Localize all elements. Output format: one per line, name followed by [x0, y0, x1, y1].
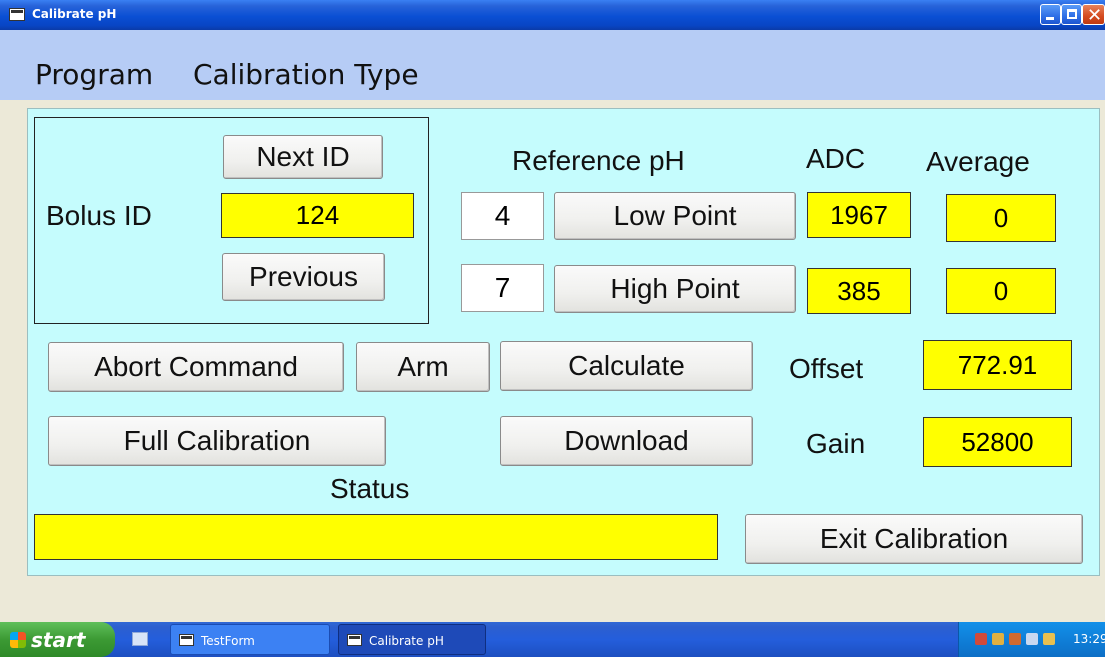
app-window-icon — [9, 8, 25, 21]
network-icon[interactable] — [975, 633, 987, 645]
abort-command-button[interactable]: Abort Command — [48, 342, 344, 392]
low-reference-ph-input[interactable]: 4 — [461, 192, 544, 240]
bolus-id-label: Bolus ID — [46, 200, 152, 231]
system-tray: 13:29 — [958, 622, 1105, 657]
close-button[interactable]: ✕ — [1082, 4, 1105, 26]
gain-field: 52800 — [923, 417, 1072, 467]
windows-logo-icon — [10, 632, 26, 648]
minimize-icon — [1046, 17, 1054, 20]
clock: 13:29 — [1073, 632, 1105, 646]
bolus-id-field[interactable]: 124 — [221, 193, 414, 238]
taskbar-item-calibrate-ph[interactable]: Calibrate pH — [338, 624, 486, 655]
low-point-button[interactable]: Low Point — [554, 192, 796, 240]
offset-label: Offset — [789, 353, 864, 384]
high-average-field: 0 — [946, 268, 1056, 314]
exit-calibration-button[interactable]: Exit Calibration — [745, 514, 1083, 564]
menu-bar: Program Calibration Type — [0, 30, 1105, 100]
calibrate-ph-window: Calibrate pH ✕ Program Calibration Type … — [0, 0, 1105, 622]
reference-ph-header: Reference pH — [512, 145, 685, 176]
adc-header: ADC — [806, 143, 866, 174]
status-field — [34, 514, 718, 560]
high-point-button[interactable]: High Point — [554, 265, 796, 313]
taskbar: start TestForm Calibrate pH 13:29 — [0, 622, 1105, 657]
calculate-button[interactable]: Calculate — [500, 341, 753, 391]
maximize-icon — [1067, 9, 1077, 19]
title-bar[interactable]: Calibrate pH ✕ — [0, 0, 1105, 30]
close-icon: ✕ — [1087, 5, 1103, 26]
menu-calibration-type[interactable]: Calibration Type — [193, 58, 419, 91]
antivirus-icon[interactable] — [1009, 633, 1021, 645]
gain-label: Gain — [806, 428, 866, 459]
high-adc-field: 385 — [807, 268, 911, 314]
start-button[interactable]: start — [0, 622, 115, 657]
status-label: Status — [330, 473, 410, 504]
menu-program[interactable]: Program — [35, 58, 153, 91]
task-label: Calibrate pH — [369, 634, 444, 648]
window-title: Calibrate pH — [32, 7, 117, 21]
window-icon — [347, 634, 362, 646]
window-icon — [179, 634, 194, 646]
full-calibration-button[interactable]: Full Calibration — [48, 416, 386, 466]
task-label: TestForm — [201, 634, 255, 648]
security-icon[interactable] — [992, 633, 1004, 645]
taskbar-item-testform[interactable]: TestForm — [170, 624, 330, 655]
next-id-button[interactable]: Next ID — [223, 135, 383, 179]
download-button[interactable]: Download — [500, 416, 753, 466]
low-adc-field: 1967 — [807, 192, 911, 238]
previous-button[interactable]: Previous — [222, 253, 385, 301]
average-header: Average — [926, 146, 1030, 177]
minimize-button[interactable] — [1040, 4, 1061, 25]
show-desktop-icon[interactable] — [132, 632, 148, 646]
maximize-button[interactable] — [1061, 4, 1082, 25]
offset-field: 772.91 — [923, 340, 1072, 390]
arm-button[interactable]: Arm — [356, 342, 490, 392]
usb-icon[interactable] — [1043, 633, 1055, 645]
high-reference-ph-input[interactable]: 7 — [461, 264, 544, 312]
start-label: start — [31, 628, 86, 652]
low-average-field: 0 — [946, 194, 1056, 242]
messenger-icon[interactable] — [1026, 633, 1038, 645]
